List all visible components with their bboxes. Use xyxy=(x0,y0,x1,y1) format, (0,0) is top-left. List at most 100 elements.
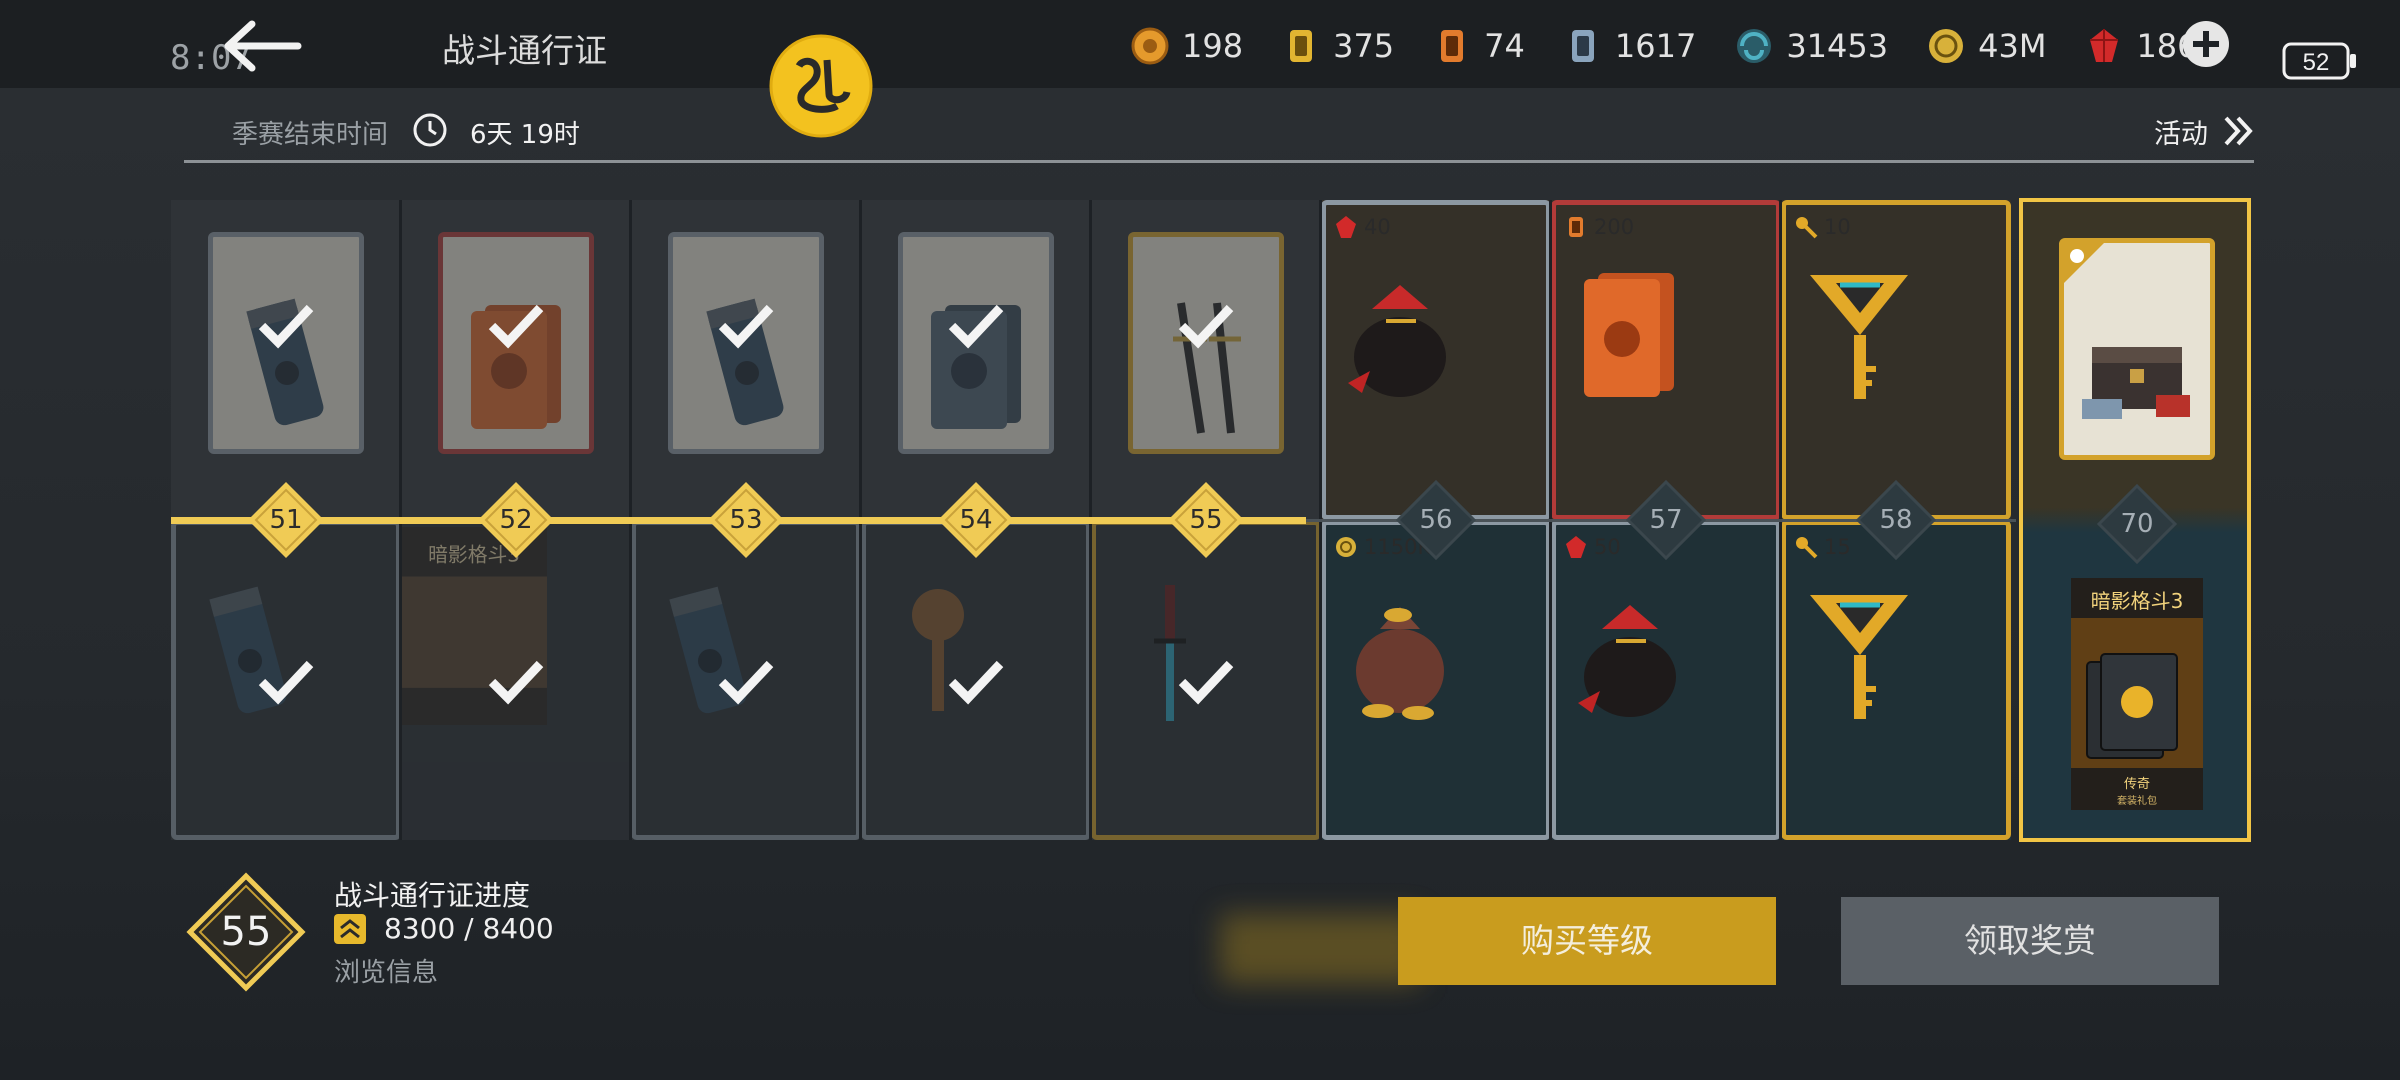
xp-chevron-icon xyxy=(334,914,366,944)
level-node-57: 57 xyxy=(1624,478,1708,562)
clock-icon xyxy=(413,113,447,147)
currency-blue-swirl: 31453 xyxy=(1734,26,1888,66)
bot-reward-card[interactable]: 1150K xyxy=(1321,520,1551,840)
currency-gold-card: 375 xyxy=(1281,26,1394,66)
final-reward-column[interactable]: 暗影格斗3 传奇 套装礼包 70 xyxy=(2019,198,2251,842)
reward-amount: 15 xyxy=(1794,535,1851,559)
battle-pass-logo-icon xyxy=(769,34,873,138)
add-currency-button[interactable] xyxy=(2180,18,2232,70)
season-end-label: 季赛结束时间 xyxy=(232,120,389,150)
progress-title: 战斗通行证进度 xyxy=(334,879,531,912)
season-remaining: 6天 19时 xyxy=(470,120,580,150)
currency-orange-token: 198 xyxy=(1130,26,1243,66)
level-number: 51 xyxy=(269,505,303,535)
level-number: 57 xyxy=(1649,505,1683,535)
battery-level: 52 xyxy=(2303,49,2330,76)
reward-amount-value: 200 xyxy=(1594,215,1635,239)
legendary-pack-icon[interactable]: 暗影格斗3 传奇 套装礼包 xyxy=(2071,578,2203,810)
currency-orange-card: 74 xyxy=(1432,26,1525,66)
key-icon xyxy=(1796,537,1818,559)
red-gem-icon xyxy=(2090,29,2119,62)
key-icon xyxy=(1796,217,1818,239)
level-number: 52 xyxy=(499,505,533,535)
header-divider xyxy=(184,160,2254,163)
checkmark-icon xyxy=(718,304,774,349)
currency-blue-card: 1617 xyxy=(1563,26,1696,66)
bronze-key-icon xyxy=(912,589,964,711)
faction-badge-icon xyxy=(2064,243,2104,283)
level-number: 70 xyxy=(2120,509,2154,539)
checkmark-icon xyxy=(1178,304,1234,349)
level-number: 53 xyxy=(729,505,763,535)
red-gem-icon xyxy=(1336,216,1356,238)
checkmark-icon xyxy=(258,660,314,705)
svg-text:暗影格斗3: 暗影格斗3 xyxy=(2091,589,2184,613)
treasure-chest-icon xyxy=(2082,347,2190,419)
top-reward-card[interactable]: 10 xyxy=(1781,200,2011,520)
reward-amount: 40 xyxy=(1334,215,1391,239)
button-glow xyxy=(1220,914,1420,984)
bot-reward-card[interactable]: 15 xyxy=(1781,520,2011,840)
checkmark-icon xyxy=(258,304,314,349)
reward-track: 暗影格斗3 40 1150K 200 50 10 15 51 52 53 54 55 56 57 58 xyxy=(171,200,2016,840)
buy-level-button[interactable]: 购买等级 xyxy=(1398,897,1776,985)
blue-card-icon xyxy=(1571,30,1594,62)
level-node-53: 53 xyxy=(704,478,788,562)
cylinder-capsule-icon xyxy=(209,586,287,714)
orange-token-icon xyxy=(1131,27,1169,65)
gem-sack-icon xyxy=(1348,285,1446,397)
page-title: 战斗通行证 xyxy=(442,31,607,70)
level-node-56: 56 xyxy=(1394,478,1478,562)
reward-amount-value: 50 xyxy=(1594,535,1621,559)
gold-coin-icon xyxy=(1929,29,1964,63)
currency-value: 74 xyxy=(1484,27,1525,65)
reward-amount-value: 40 xyxy=(1364,215,1391,239)
final-top-reward-card[interactable] xyxy=(2059,238,2215,460)
level-node-52: 52 xyxy=(474,478,558,562)
currency-value: 1617 xyxy=(1614,27,1697,65)
gold-key-icon xyxy=(1810,275,1908,399)
checkmark-icon xyxy=(1178,660,1234,705)
top-reward-card[interactable]: 40 xyxy=(1321,200,1551,520)
gem-sack-icon xyxy=(1578,605,1676,717)
svg-text:传奇: 传奇 xyxy=(2124,776,2150,792)
claim-reward-button[interactable]: 领取奖赏 xyxy=(1841,897,2219,985)
level-number: 54 xyxy=(959,505,993,535)
level-number: 58 xyxy=(1879,505,1913,535)
level-node-70: 70 xyxy=(2095,482,2179,566)
level-node-51: 51 xyxy=(244,478,328,562)
gold-key-icon xyxy=(1810,595,1908,719)
checkmark-icon xyxy=(948,660,1004,705)
currency-bar: 198 375 74 1617 31453 43M 186 xyxy=(1130,22,2236,70)
back-arrow-icon[interactable] xyxy=(222,20,302,72)
top-reward-card[interactable]: 200 xyxy=(1551,200,1781,520)
orange-card-icon xyxy=(1569,217,1583,237)
reward-amount-value: 10 xyxy=(1824,215,1851,239)
level-node-55: 55 xyxy=(1164,478,1248,562)
checkmark-icon xyxy=(718,660,774,705)
progress-value: 8300 / 8400 xyxy=(384,912,554,945)
battery-icon: 52 xyxy=(2282,42,2356,80)
orange-card-pack-icon xyxy=(1584,273,1674,397)
level-node-58: 58 xyxy=(1854,478,1938,562)
gold-coin-icon xyxy=(1336,537,1356,557)
checkmark-icon xyxy=(948,304,1004,349)
level-node-54: 54 xyxy=(934,478,1018,562)
currency-value: 198 xyxy=(1182,27,1244,65)
checkmark-icon xyxy=(488,304,544,349)
activity-link[interactable]: 活动 xyxy=(2154,112,2208,151)
currency-gold-coin: 43M xyxy=(1926,26,2046,66)
double-chevron-right-icon[interactable] xyxy=(2222,114,2256,148)
currency-value: 31453 xyxy=(1786,27,1889,65)
reward-amount-value: 15 xyxy=(1824,535,1851,559)
level-number: 56 xyxy=(1419,505,1453,535)
browse-info-link[interactable]: 浏览信息 xyxy=(334,952,438,989)
reward-amount: 50 xyxy=(1564,535,1621,559)
reward-amount: 10 xyxy=(1794,215,1851,239)
currency-value: 375 xyxy=(1333,27,1395,65)
katana-icon xyxy=(1154,585,1186,721)
blue-swirl-icon xyxy=(1737,29,1772,63)
checkmark-icon xyxy=(488,660,544,705)
gold-card-icon xyxy=(1290,30,1313,62)
bot-reward-card[interactable]: 50 xyxy=(1551,520,1781,840)
